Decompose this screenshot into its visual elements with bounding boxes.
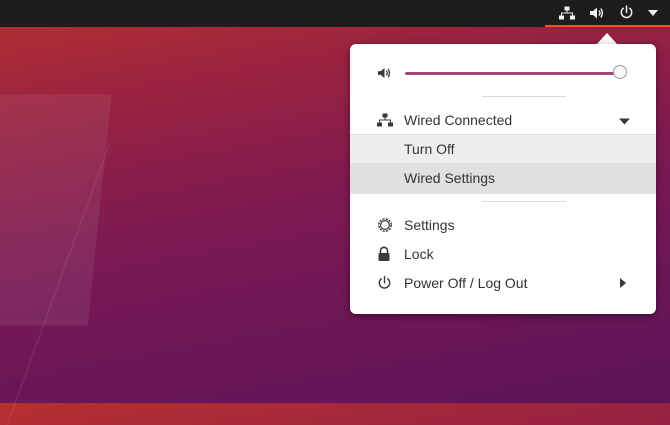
settings-label: Settings bbox=[404, 217, 455, 233]
separator bbox=[482, 201, 566, 202]
wired-settings-label: Wired Settings bbox=[404, 169, 496, 186]
lock-icon bbox=[377, 246, 391, 262]
chevron-right-icon bbox=[620, 275, 626, 291]
network-wired-icon bbox=[377, 113, 393, 127]
volume-slider[interactable] bbox=[405, 72, 620, 75]
power-off-label: Power Off / Log Out bbox=[404, 275, 528, 291]
settings-item[interactable]: Settings bbox=[350, 212, 656, 238]
volume-icon bbox=[377, 67, 392, 80]
power-off-item[interactable]: Power Off / Log Out bbox=[350, 270, 656, 296]
network-label: Wired Connected bbox=[404, 112, 513, 128]
gear-icon bbox=[377, 217, 393, 233]
volume-slider-handle[interactable] bbox=[613, 65, 627, 79]
dropdown-arrow-icon bbox=[648, 9, 658, 16]
volume-icon bbox=[589, 6, 605, 20]
lock-item[interactable]: Lock bbox=[350, 241, 656, 267]
wallpaper-line bbox=[0, 115, 111, 425]
turn-off-label: Turn Off bbox=[404, 140, 455, 157]
separator bbox=[482, 96, 566, 97]
turn-off-item[interactable]: Turn Off bbox=[350, 134, 656, 163]
top-panel bbox=[0, 0, 670, 27]
chevron-down-icon bbox=[619, 112, 630, 128]
power-icon bbox=[619, 5, 634, 20]
volume-row bbox=[350, 61, 656, 85]
wired-settings-item[interactable]: Wired Settings bbox=[350, 163, 656, 192]
network-wired-icon bbox=[559, 6, 575, 20]
system-menu: Wired Connected Turn Off Wired Settings … bbox=[350, 44, 656, 314]
lock-label: Lock bbox=[404, 246, 434, 262]
system-indicator[interactable] bbox=[545, 0, 670, 27]
power-icon bbox=[377, 275, 392, 291]
network-wired-item[interactable]: Wired Connected bbox=[350, 107, 656, 133]
